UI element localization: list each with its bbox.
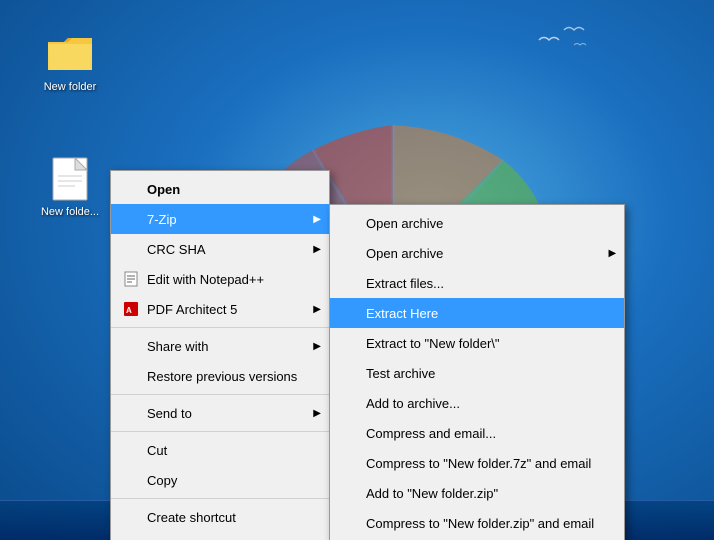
separator-1: [111, 327, 329, 328]
compress-email-icon: [340, 423, 360, 443]
archive-icon-1: [340, 213, 360, 233]
menu-item-delete[interactable]: Delete: [111, 532, 329, 540]
submenu-item-compress-7z-email[interactable]: Compress to "New folder.7z" and email: [330, 448, 624, 478]
submenu-arrow-share: ▶: [313, 341, 321, 352]
separator-3: [111, 431, 329, 432]
menu-item-cut[interactable]: Cut: [111, 435, 329, 465]
context-menu-main: Open 7-Zip ▶ Open archive Open archive ▶: [110, 170, 330, 540]
folder-icon-image: [46, 30, 94, 78]
menu-item-sendto[interactable]: Send to ▶: [111, 398, 329, 428]
submenu-item-add-to-archive[interactable]: Add to archive...: [330, 388, 624, 418]
menu-item-notepad[interactable]: Edit with Notepad++: [111, 264, 329, 294]
restore-icon: [121, 366, 141, 386]
submenu-7zip: Open archive Open archive ▶ Extract file…: [329, 204, 625, 540]
7zip-icon: [121, 209, 141, 229]
crc-sha-icon: [121, 239, 141, 259]
sendto-icon: [121, 403, 141, 423]
copy-icon: [121, 470, 141, 490]
share-icon: [121, 336, 141, 356]
menu-item-pdf[interactable]: A PDF Architect 5 ▶: [111, 294, 329, 324]
menu-item-open[interactable]: Open: [111, 174, 329, 204]
shortcut-icon: [121, 507, 141, 527]
submenu-arrow-crc: ▶: [313, 244, 321, 255]
submenu-item-compress-email[interactable]: Compress and email...: [330, 418, 624, 448]
cut-icon: [121, 440, 141, 460]
menu-item-7zip[interactable]: 7-Zip ▶ Open archive Open archive ▶ Extr…: [111, 204, 329, 234]
submenu-item-open-archive-1[interactable]: Open archive: [330, 208, 624, 238]
menu-item-copy[interactable]: Copy: [111, 465, 329, 495]
desktop-icon-file[interactable]: New folde...: [30, 155, 110, 218]
compress-zip-email-icon: [340, 513, 360, 533]
compress-7z-email-icon: [340, 453, 360, 473]
archive-icon-2: [340, 243, 360, 263]
add-archive-icon: [340, 393, 360, 413]
file-icon-label: New folde...: [41, 206, 99, 218]
desktop-icon-folder[interactable]: New folder: [30, 30, 110, 93]
decorative-birds: [534, 20, 594, 60]
separator-2: [111, 394, 329, 395]
extract-files-icon: [340, 273, 360, 293]
pdf-icon: A: [121, 299, 141, 319]
add-zip-icon: [340, 483, 360, 503]
submenu-arrow-sendto: ▶: [313, 408, 321, 419]
folder-icon-label-1: New folder: [44, 81, 97, 93]
svg-text:A: A: [126, 306, 132, 315]
test-archive-icon: [340, 363, 360, 383]
menu-item-share[interactable]: Share with ▶: [111, 331, 329, 361]
menu-item-crc-sha[interactable]: CRC SHA ▶: [111, 234, 329, 264]
open-icon: [121, 179, 141, 199]
submenu-item-open-archive-2[interactable]: Open archive ▶: [330, 238, 624, 268]
extract-to-icon: [340, 333, 360, 353]
file-icon-image: [46, 155, 94, 203]
submenu-arrow-7zip: ▶: [313, 214, 321, 225]
submenu-item-compress-zip-email[interactable]: Compress to "New folder.zip" and email: [330, 508, 624, 538]
notepad-icon: [121, 269, 141, 289]
menu-item-restore[interactable]: Restore previous versions: [111, 361, 329, 391]
submenu-item-extract-files[interactable]: Extract files...: [330, 268, 624, 298]
submenu-item-add-zip[interactable]: Add to "New folder.zip": [330, 478, 624, 508]
submenu-arrow-pdf: ▶: [313, 304, 321, 315]
submenu-item-extract-to[interactable]: Extract to "New folder\": [330, 328, 624, 358]
submenu-arrow-archive2: ▶: [608, 248, 616, 259]
extract-here-icon: [340, 303, 360, 323]
submenu-item-test-archive[interactable]: Test archive: [330, 358, 624, 388]
separator-4: [111, 498, 329, 499]
desktop: New folder New folde... Open 7-Zip ▶: [0, 0, 714, 540]
menu-item-create-shortcut[interactable]: Create shortcut: [111, 502, 329, 532]
submenu-item-extract-here[interactable]: Extract Here: [330, 298, 624, 328]
